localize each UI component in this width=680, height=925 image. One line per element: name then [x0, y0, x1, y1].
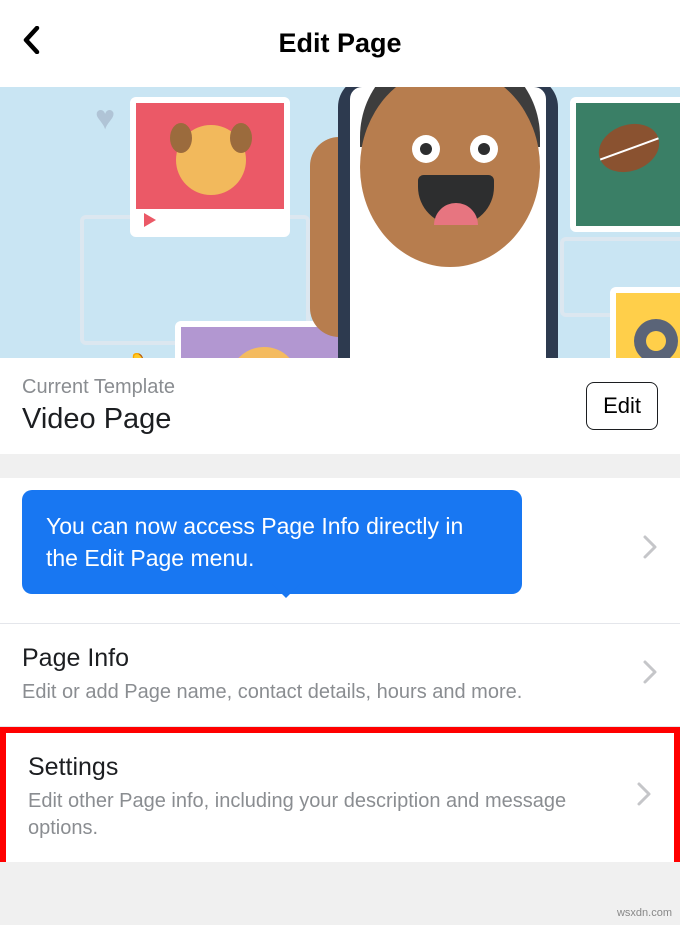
chevron-right-icon [642, 659, 658, 692]
template-name: Video Page [22, 403, 175, 436]
card-map [610, 287, 680, 358]
back-button[interactable] [22, 24, 40, 63]
map-pin-icon [625, 310, 680, 358]
watermark: wsxdn.com [617, 907, 672, 919]
header-bar: Edit Page [0, 0, 680, 87]
donut-icon [229, 347, 299, 358]
page-title: Edit Page [20, 28, 660, 59]
item-description: Edit or add Page name, contact details, … [22, 679, 622, 706]
video-card-dog [130, 97, 290, 237]
chevron-left-icon [22, 26, 40, 54]
play-icon [144, 213, 156, 227]
football-icon [592, 116, 666, 180]
item-title: Page Info [22, 644, 622, 673]
item-description: Edit other Page info, including your des… [28, 788, 616, 842]
item-title: Settings [28, 753, 616, 782]
card-football [570, 97, 680, 232]
phone-illustration: ● REC [338, 87, 558, 358]
template-label: Current Template [22, 376, 175, 399]
edit-template-button[interactable]: Edit [586, 382, 658, 430]
template-section: Current Template Video Page Edit [0, 358, 680, 454]
chevron-right-icon [636, 781, 652, 814]
list-item-settings[interactable]: Settings Edit other Page info, including… [0, 727, 680, 862]
hero-illustration: ♥ ● REC 👍 [0, 87, 680, 358]
heart-icon: ♥ [95, 99, 115, 138]
thumbs-up-icon: 👍 [95, 349, 172, 358]
section-spacer [0, 454, 680, 478]
chevron-right-icon [642, 534, 658, 567]
info-tooltip: You can now access Page Info directly in… [22, 490, 522, 594]
list-item-page-info[interactable]: Page Info Edit or add Page name, contact… [0, 624, 680, 727]
